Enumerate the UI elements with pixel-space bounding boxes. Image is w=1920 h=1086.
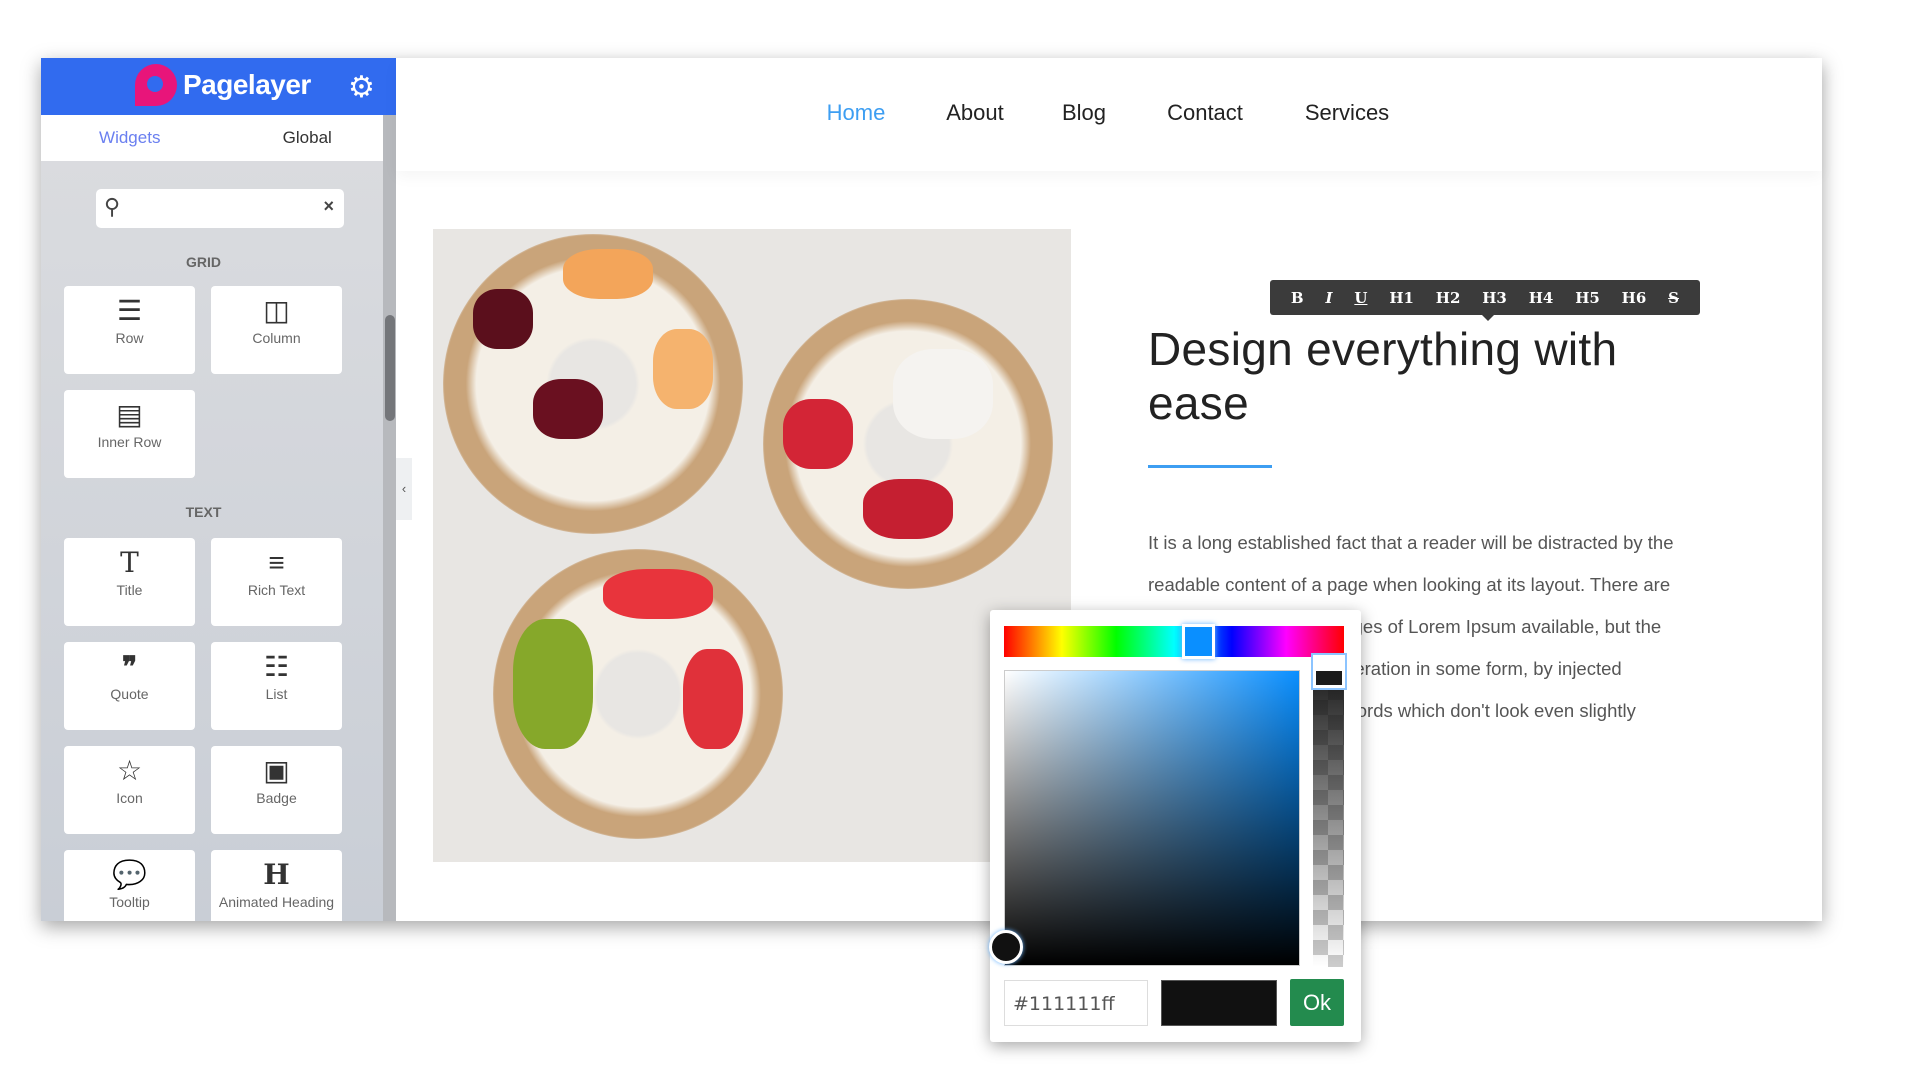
widget-label: Rich Text — [247, 582, 306, 598]
widget-title[interactable]: T Title — [64, 538, 195, 626]
widget-rich-text[interactable]: ≡ Rich Text — [211, 538, 342, 626]
columns-icon: ◫ — [263, 295, 290, 326]
widget-inner-row[interactable]: ▤ Inner Row — [64, 390, 195, 478]
widget-label: Inner Row — [97, 434, 162, 450]
badge-icon: ▣ — [263, 755, 290, 786]
widget-label: Column — [252, 330, 301, 346]
hue-slider[interactable] — [1004, 626, 1344, 657]
hue-slider-handle[interactable] — [1182, 624, 1215, 659]
alpha-slider[interactable] — [1313, 655, 1344, 967]
color-preview-swatch — [1161, 980, 1277, 1026]
title-t-icon: T — [120, 546, 139, 579]
widget-label: List — [265, 686, 288, 702]
widget-badge[interactable]: ▣ Badge — [211, 746, 342, 834]
pagelayer-logo: Pagelayer — [135, 64, 311, 106]
collapse-sidebar-button[interactable]: ‹ — [396, 458, 412, 520]
widget-list[interactable]: ☷ List — [211, 642, 342, 730]
widget-icon[interactable]: ☆ Icon — [64, 746, 195, 834]
underline-button[interactable]: U — [1354, 289, 1367, 307]
nav-services[interactable]: Services — [1305, 100, 1389, 126]
brand-name: Pagelayer — [183, 69, 311, 100]
bars-icon: ☰ — [116, 295, 143, 326]
page-heading[interactable]: Design everything with ease — [1148, 322, 1748, 430]
widgets-sidebar: Pagelayer ⚙ Widgets Global ⚲ × GRID ☰ Row… — [41, 58, 396, 921]
heading-line: Design everything with — [1148, 323, 1618, 375]
h5-button[interactable]: H5 — [1575, 289, 1600, 307]
paragraph-line: readable content of a page when looking … — [1148, 574, 1671, 595]
quote-icon: ❞ — [121, 650, 138, 683]
color-picker-popup: #111111ff Ok — [989, 610, 1361, 1042]
widget-column[interactable]: ◫ Column — [211, 286, 342, 374]
bagels-image — [433, 229, 1071, 862]
widget-label: Row — [115, 330, 144, 346]
clear-search-icon[interactable]: × — [323, 196, 334, 217]
text-format-toolbar: B I U H1 H2 H3 H4 H5 H6 S — [1270, 280, 1700, 321]
scrollbar-thumb[interactable] — [385, 315, 395, 421]
align-left-icon: ≡ — [268, 547, 285, 578]
hex-color-input[interactable]: #111111ff — [1004, 980, 1148, 1026]
italic-button[interactable]: I — [1325, 289, 1332, 307]
h3-button[interactable]: H3 — [1482, 289, 1507, 307]
sidebar-header: Pagelayer ⚙ — [41, 58, 396, 115]
ok-button[interactable]: Ok — [1290, 979, 1344, 1026]
widget-animated-heading[interactable]: H Animated Heading — [211, 850, 342, 921]
heading-line: ease — [1148, 377, 1249, 429]
search-icon: ⚲ — [104, 194, 121, 219]
h4-button[interactable]: H4 — [1529, 289, 1554, 307]
widget-label: Animated Heading — [218, 894, 335, 910]
widget-tooltip[interactable]: 💬 Tooltip — [64, 850, 195, 921]
widget-label: Quote — [110, 686, 149, 702]
widget-label: Tooltip — [109, 894, 150, 910]
widget-quote[interactable]: ❞ Quote — [64, 642, 195, 730]
logo-mark-icon — [135, 64, 177, 106]
tab-global[interactable]: Global — [219, 115, 397, 161]
nav-about[interactable]: About — [946, 100, 1004, 126]
paragraph-line: It is a long established fact that a rea… — [1148, 532, 1674, 553]
h2-button[interactable]: H2 — [1436, 289, 1461, 307]
widget-row[interactable]: ☰ Row — [64, 286, 195, 374]
strikethrough-button[interactable]: S — [1668, 289, 1679, 307]
h6-button[interactable]: H6 — [1622, 289, 1647, 307]
nav-home[interactable]: Home — [827, 100, 886, 126]
widget-label: Badge — [256, 790, 297, 806]
color-selector-handle[interactable] — [989, 930, 1023, 964]
heading-divider — [1148, 465, 1272, 468]
sidebar-tabs: Widgets Global — [41, 115, 396, 161]
widget-search-input[interactable]: ⚲ × — [96, 189, 344, 228]
heading-h-icon: H — [263, 858, 290, 891]
nav-contact[interactable]: Contact — [1167, 100, 1243, 126]
comment-dots-icon: 💬 — [112, 859, 147, 890]
alpha-slider-handle[interactable] — [1311, 653, 1347, 690]
h1-button[interactable]: H1 — [1389, 289, 1414, 307]
tab-widgets[interactable]: Widgets — [41, 115, 219, 161]
list-icon: ☷ — [263, 651, 290, 682]
nav-blog[interactable]: Blog — [1062, 100, 1106, 126]
saturation-value-area[interactable] — [1004, 670, 1300, 966]
site-nav: Home About Blog Contact Services — [396, 58, 1822, 171]
widget-label: Title — [116, 582, 143, 598]
section-label-grid: GRID — [186, 254, 221, 270]
sidebar-scrollbar[interactable] — [383, 115, 396, 921]
bold-button[interactable]: B — [1291, 289, 1304, 307]
table-icon: ▤ — [116, 399, 143, 430]
section-label-text: TEXT — [185, 504, 222, 520]
star-icon: ☆ — [116, 755, 143, 786]
widget-label: Icon — [116, 790, 143, 806]
gear-icon[interactable]: ⚙ — [348, 70, 375, 105]
